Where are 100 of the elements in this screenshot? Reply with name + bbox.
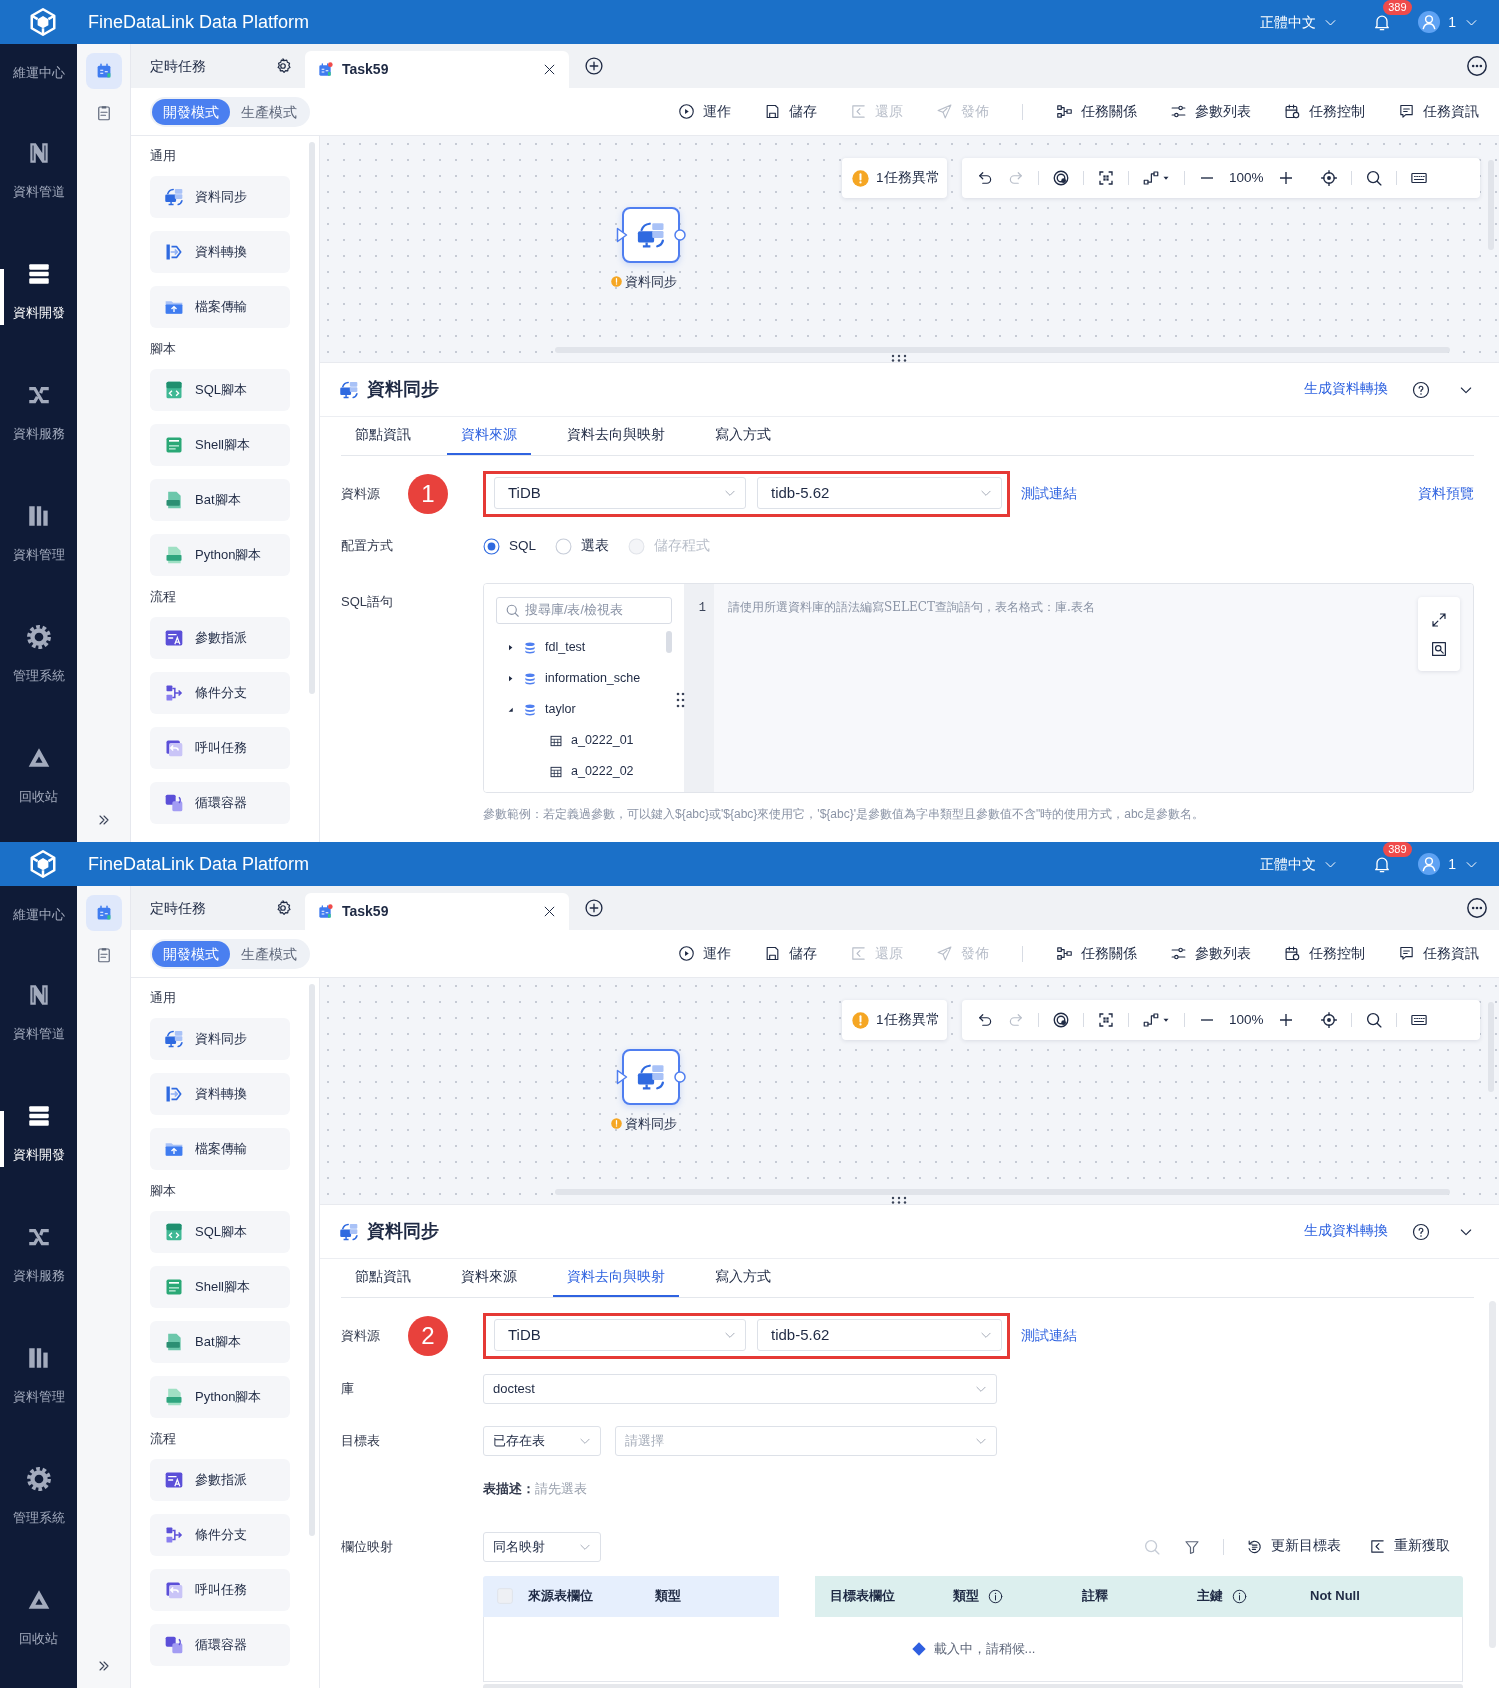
palette-item[interactable]: Shell腳本	[150, 1266, 290, 1308]
help-icon[interactable]	[1412, 1222, 1430, 1241]
triangle-port-icon[interactable]	[616, 1069, 628, 1085]
palette-item[interactable]: 參數指派	[150, 1459, 290, 1501]
alert-button[interactable]: 1任務異常	[842, 1000, 947, 1040]
undo-icon[interactable]	[976, 1011, 994, 1029]
generate-link[interactable]: 生成資料轉換	[1304, 1221, 1388, 1242]
toolbar-button[interactable]: 任務控制	[1284, 101, 1365, 122]
ring-icon[interactable]	[1052, 1011, 1070, 1029]
sidebar-tab[interactable]	[85, 895, 122, 931]
scrollbar[interactable]	[1488, 160, 1494, 250]
generate-link[interactable]: 生成資料轉換	[1304, 379, 1388, 400]
nav-item[interactable]: 資料管道	[0, 110, 77, 231]
crosshair-icon[interactable]	[1319, 169, 1338, 187]
editor-tab[interactable]: Task59	[305, 51, 569, 88]
palette-item[interactable]: Python腳本	[150, 534, 290, 576]
panel-tab[interactable]: 資料去向與映射	[553, 417, 679, 455]
nav-item[interactable]: 資料開發	[0, 231, 77, 352]
fit-frame-icon[interactable]	[1097, 1011, 1115, 1029]
plus-circle-icon[interactable]	[584, 898, 604, 918]
toolbar-button[interactable]: 任務資訊	[1398, 101, 1479, 122]
select-field[interactable]: 已存在表	[483, 1426, 601, 1456]
panel-tab[interactable]: 節點資訊	[341, 417, 425, 455]
drag-handle-icon[interactable]	[891, 353, 907, 362]
palette-item[interactable]: SQL腳本	[150, 369, 290, 411]
palette-item[interactable]: 循環容器	[150, 782, 290, 824]
palette-item[interactable]: 條件分支	[150, 1514, 290, 1556]
palette-item[interactable]: 呼叫任務	[150, 1569, 290, 1611]
radio-option[interactable]: SQL	[483, 535, 536, 557]
drag-handle-icon[interactable]	[676, 692, 685, 708]
caret-down-icon[interactable]	[506, 705, 515, 714]
nav-item[interactable]: 資料管道	[0, 952, 77, 1073]
user-menu[interactable]: 1	[1418, 853, 1479, 875]
toolbar-button[interactable]: 參數列表	[1170, 943, 1251, 964]
circle-port-icon[interactable]	[674, 1071, 686, 1083]
task-node[interactable]	[622, 1049, 680, 1105]
connector-style-button[interactable]	[1142, 169, 1171, 187]
toolbar-button[interactable]: 任務關係	[1056, 101, 1137, 122]
info-icon[interactable]	[988, 1588, 1003, 1604]
close-icon[interactable]	[542, 62, 557, 77]
action-button[interactable]: 重新獲取	[1369, 1536, 1450, 1557]
nav-item[interactable]: 管理系統	[0, 594, 77, 715]
caret-right-icon[interactable]	[506, 643, 515, 652]
crosshair-icon[interactable]	[1319, 1011, 1338, 1029]
scrollbar[interactable]	[309, 984, 315, 1536]
scrollbar[interactable]	[483, 1683, 1463, 1688]
palette-item[interactable]: Bat腳本	[150, 1321, 290, 1363]
fit-frame-icon[interactable]	[1097, 169, 1115, 187]
toolbar-button[interactable]: 參數列表	[1170, 101, 1251, 122]
scrollbar[interactable]	[555, 1189, 1450, 1195]
panel-tab[interactable]: 寫入方式	[701, 1259, 785, 1297]
settings-icon[interactable]	[274, 899, 292, 917]
toolbar-button[interactable]: 儲存	[764, 943, 817, 964]
nav-item[interactable]: 回收站	[0, 715, 77, 836]
task-node[interactable]	[622, 207, 680, 263]
panel-tab[interactable]: 資料來源	[447, 417, 531, 455]
nav-item[interactable]: 維運中心	[0, 44, 77, 110]
magnifier-frame-icon[interactable]	[1430, 639, 1448, 658]
search-icon[interactable]	[1364, 169, 1383, 187]
caret-right-icon[interactable]	[506, 674, 515, 683]
ellipsis-circle-icon[interactable]	[1466, 55, 1488, 77]
nav-item[interactable]: 資料管理	[0, 1315, 77, 1436]
help-icon[interactable]	[1412, 380, 1430, 399]
select-field[interactable]: TiDB	[494, 1319, 746, 1351]
nav-item[interactable]: 管理系統	[0, 1436, 77, 1557]
undo-icon[interactable]	[976, 169, 994, 187]
circle-port-icon[interactable]	[674, 229, 686, 241]
search-icon[interactable]	[1364, 1011, 1383, 1029]
action-button[interactable]: 更新目標表	[1246, 1536, 1341, 1557]
mode-option[interactable]: 開發模式	[152, 98, 230, 125]
select-field[interactable]: tidb-5.62	[757, 1319, 1002, 1351]
palette-item[interactable]: 檔案傳輸	[150, 1128, 290, 1170]
scrollbar[interactable]	[555, 347, 1450, 353]
plus-circle-icon[interactable]	[584, 56, 604, 76]
palette-item[interactable]: 資料轉換	[150, 1073, 290, 1115]
palette-item[interactable]: 參數指派	[150, 617, 290, 659]
palette-item[interactable]: 資料同步	[150, 176, 290, 218]
palette-item[interactable]: Bat腳本	[150, 479, 290, 521]
info-icon[interactable]	[1232, 1588, 1247, 1604]
ring-icon[interactable]	[1052, 169, 1070, 187]
palette-item[interactable]: 檔案傳輸	[150, 286, 290, 328]
tree-item[interactable]: taylor	[496, 694, 660, 725]
panel-tab[interactable]: 資料來源	[447, 1259, 531, 1297]
mode-option[interactable]: 開發模式	[152, 940, 230, 967]
palette-item[interactable]: 資料同步	[150, 1018, 290, 1060]
palette-item[interactable]: 條件分支	[150, 672, 290, 714]
triangle-port-icon[interactable]	[616, 227, 628, 243]
test-connection-link[interactable]: 測試連結	[1021, 1325, 1077, 1347]
nav-item[interactable]: 資料開發	[0, 1073, 77, 1194]
close-icon[interactable]	[542, 904, 557, 919]
drag-handle-icon[interactable]	[891, 1195, 907, 1204]
mode-option[interactable]: 生產模式	[230, 940, 308, 967]
nav-item[interactable]: 資料服務	[0, 1194, 77, 1315]
sidebar-tab[interactable]	[85, 53, 122, 89]
toolbar-button[interactable]: 任務關係	[1056, 943, 1137, 964]
scrollbar[interactable]	[309, 142, 315, 694]
nav-item[interactable]: 資料服務	[0, 352, 77, 473]
tree-item[interactable]: a_0222_01	[496, 725, 660, 756]
radio-option[interactable]: 選表	[555, 535, 609, 557]
nav-item[interactable]: 資料管理	[0, 473, 77, 594]
